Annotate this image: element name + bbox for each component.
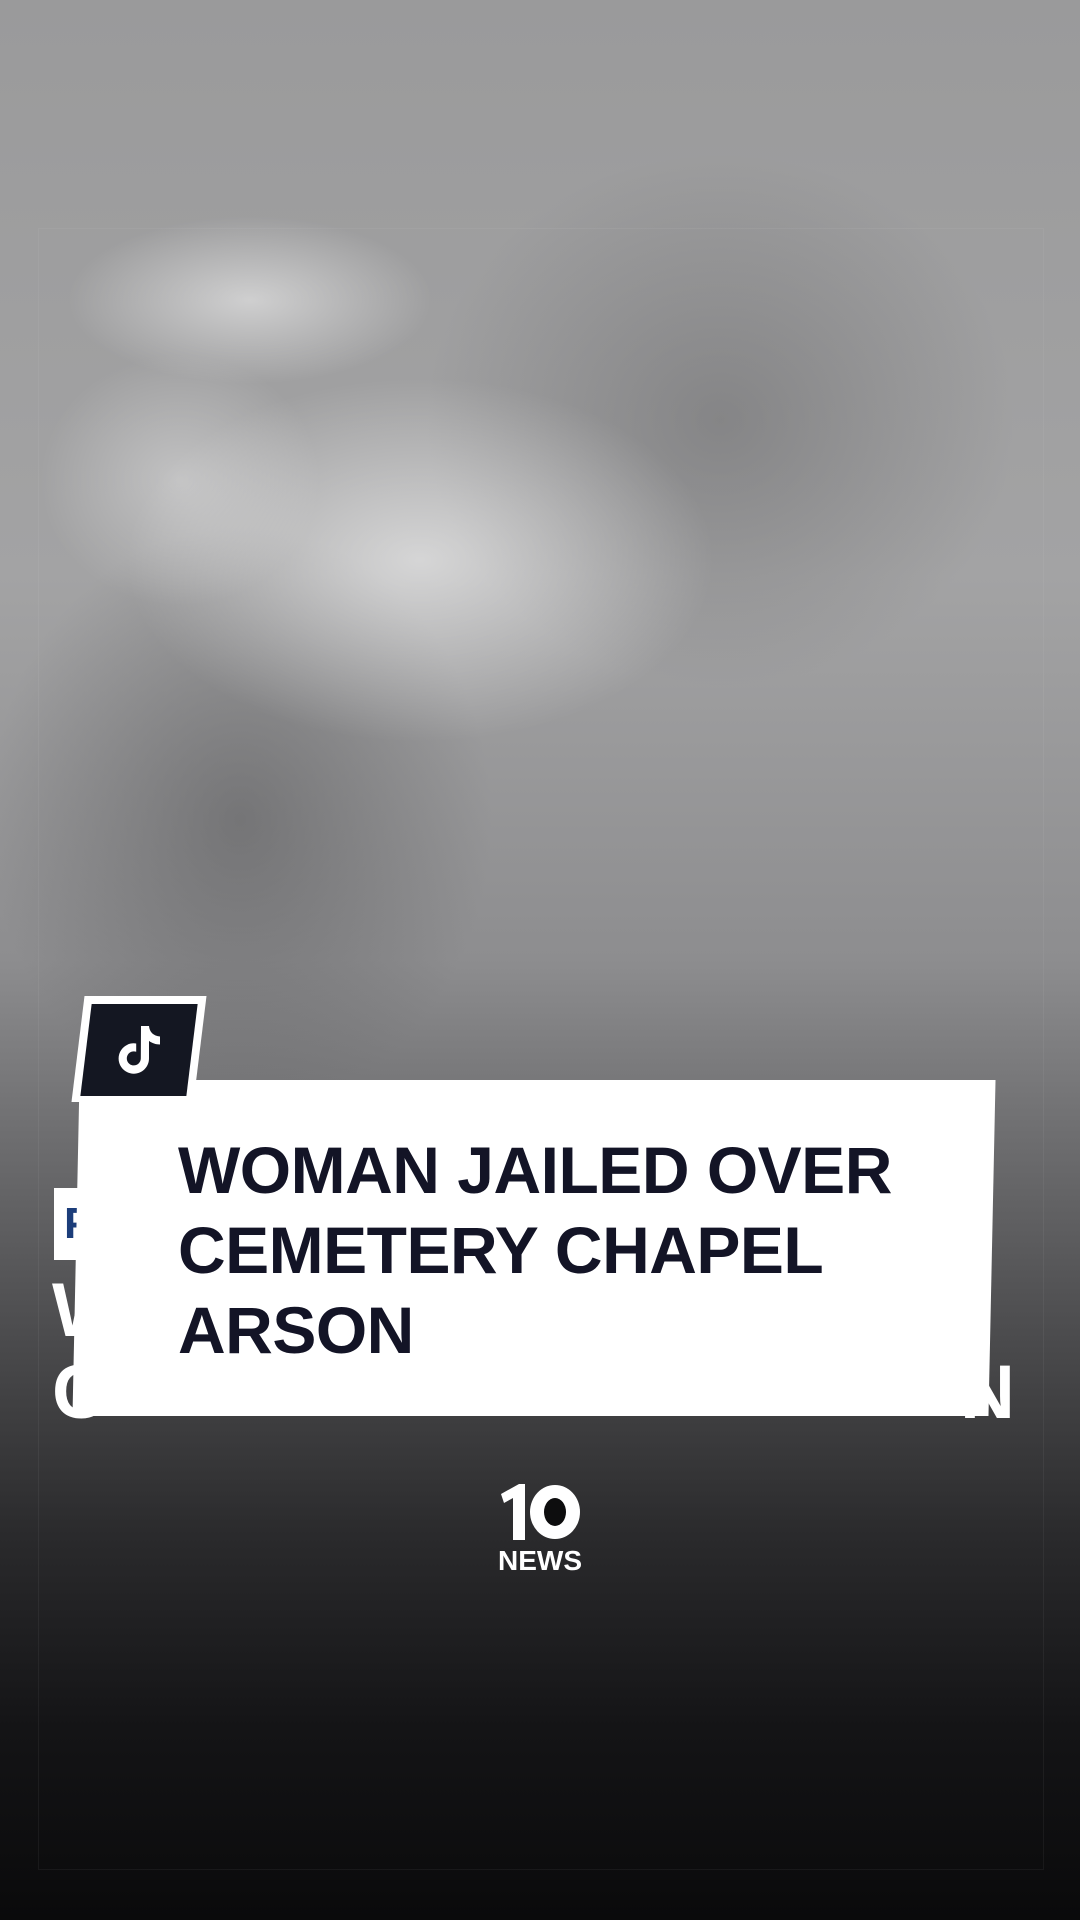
tiktok-icon xyxy=(118,1026,160,1074)
video-frame-background xyxy=(0,0,1080,1920)
ten-news-logo: NEWS xyxy=(490,1480,590,1586)
ten-logo-mark xyxy=(501,1484,580,1540)
headline-text: WOMAN JAILED OVER CEMETERY CHAPEL ARSON xyxy=(178,1133,892,1367)
tiktok-badge-inner xyxy=(80,1004,198,1096)
news-logo-text: NEWS xyxy=(498,1545,582,1576)
